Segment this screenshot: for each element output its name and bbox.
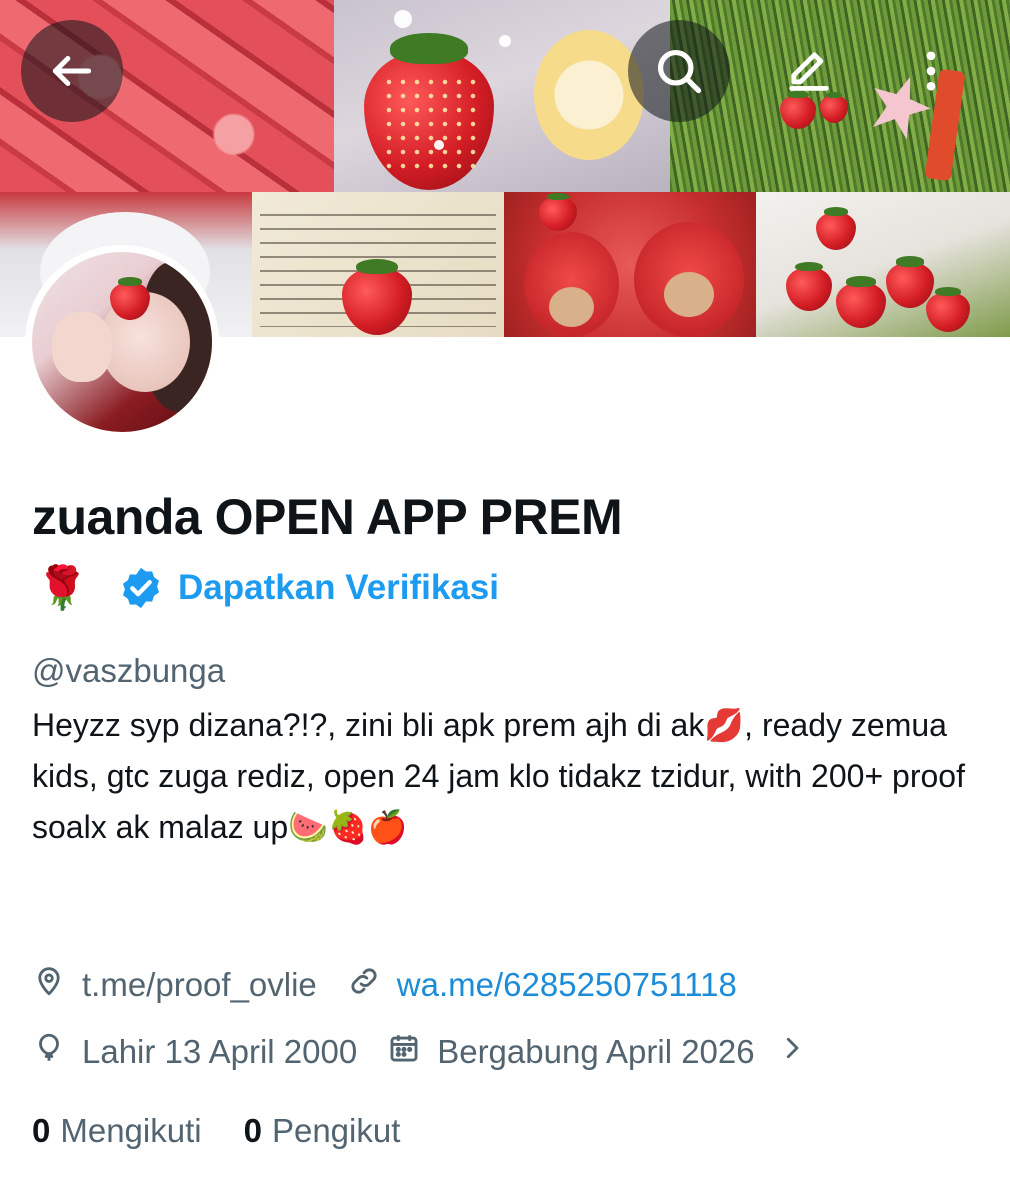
birthday-item: Lahir 13 April 2000 xyxy=(32,1031,357,1073)
following-count-link[interactable]: 0 Mengikuti xyxy=(32,1112,202,1150)
banner-photo-strawberry-milk xyxy=(334,0,670,192)
followers-count-link[interactable]: 0 Pengikut xyxy=(244,1112,401,1150)
banner-photo-strawberries xyxy=(756,192,1010,337)
rose-emoji: 🌹 xyxy=(36,564,89,611)
followers-count: 0 xyxy=(243,1112,262,1149)
profile-meta-dates: Lahir 13 April 2000 Bergabung April 2026 xyxy=(32,1031,823,1073)
followers-label: Pengikut xyxy=(271,1112,401,1149)
display-name: zuanda OPEN APP PREM xyxy=(32,489,623,545)
location-pin-icon xyxy=(32,964,82,1006)
edit-button[interactable] xyxy=(758,20,860,122)
banner-photo-book xyxy=(252,192,504,337)
profile-handle: @vaszbunga xyxy=(32,652,226,689)
location-text: t.me/proof_ovlie xyxy=(82,966,317,1003)
joined-text: Bergabung April 2026 xyxy=(437,1033,755,1070)
arrow-left-icon xyxy=(47,46,97,96)
more-vertical-icon xyxy=(905,45,957,97)
following-count: 0 xyxy=(32,1112,51,1149)
location-item: t.me/proof_ovlie xyxy=(32,964,317,1006)
verification-row: 🌹 Dapatkan Verifikasi xyxy=(36,556,499,620)
following-label: Mengikuti xyxy=(60,1112,202,1149)
follow-stats: 0 Mengikuti 0 Pengikut xyxy=(32,1112,442,1150)
profile-meta-links: t.me/proof_ovlie wa.me/6285250751118 xyxy=(32,964,737,1006)
link-icon xyxy=(347,964,397,1006)
back-button[interactable] xyxy=(21,20,123,122)
pencil-icon xyxy=(783,45,835,97)
search-button[interactable] xyxy=(628,20,730,122)
joined-item[interactable]: Bergabung April 2026 xyxy=(387,1031,822,1073)
avatar-photo xyxy=(32,252,212,432)
search-icon xyxy=(653,45,705,97)
more-options-button[interactable] xyxy=(880,20,982,122)
verified-badge-icon[interactable] xyxy=(118,565,164,611)
calendar-icon xyxy=(387,1031,437,1073)
profile-bio: Heyzz syp dizana?!?, zini bli apk prem a… xyxy=(32,707,965,845)
website-item[interactable]: wa.me/6285250751118 xyxy=(347,964,737,1006)
chevron-right-icon[interactable] xyxy=(777,1033,823,1071)
get-verified-link[interactable]: Dapatkan Verifikasi xyxy=(178,568,499,608)
banner-photo-monchhichi xyxy=(504,192,756,337)
website-link[interactable]: wa.me/6285250751118 xyxy=(397,966,737,1004)
birthday-text: Lahir 13 April 2000 xyxy=(82,1033,358,1070)
balloon-icon xyxy=(32,1031,82,1073)
profile-avatar[interactable] xyxy=(25,245,219,439)
